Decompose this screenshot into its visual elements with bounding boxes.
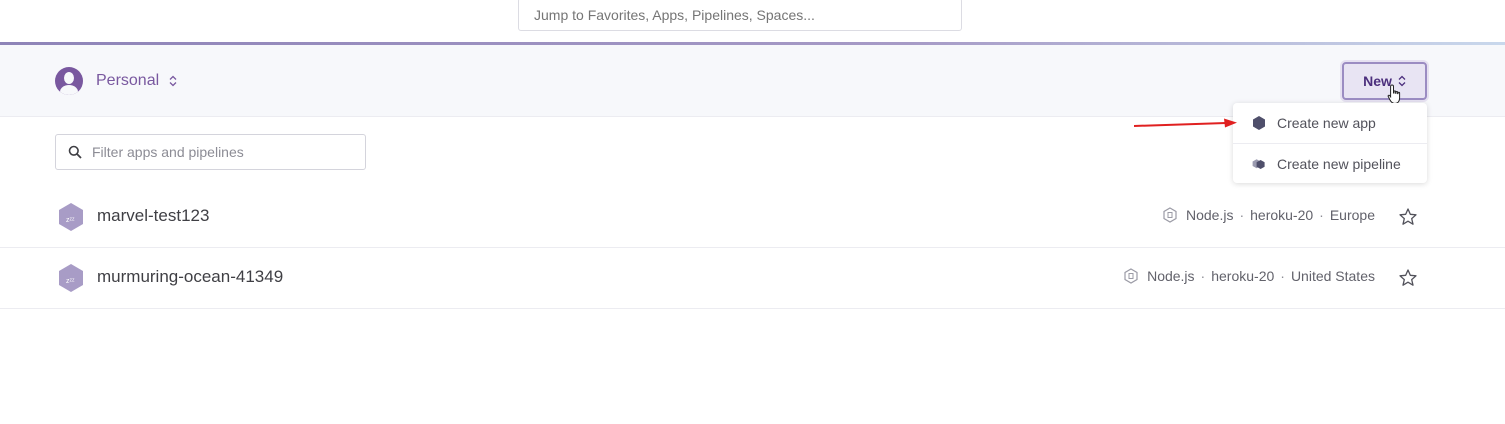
meta-separator: · [1319, 207, 1324, 223]
filter-apps-input[interactable] [90, 143, 354, 161]
meta-separator: · [1280, 268, 1285, 284]
app-region: United States [1290, 268, 1375, 284]
red-arrow-annotation-icon [1134, 118, 1237, 128]
app-stack: heroku-20 [1211, 268, 1275, 284]
app-row[interactable]: zᶻᶻ marvel-test123 Node.js · heroku-20 ·… [0, 187, 1505, 248]
app-name: murmuring-ocean-41349 [97, 267, 284, 286]
new-dropdown-menu: Create new app Create new pipeline [1233, 103, 1427, 183]
nodejs-buildpack-icon [1124, 268, 1138, 284]
meta-separator: · [1239, 207, 1245, 223]
jump-to-search-input[interactable] [518, 0, 962, 31]
svg-text:zᶻᶻ: zᶻᶻ [66, 278, 75, 285]
app-meta: Node.js · heroku-20 · United States [1123, 268, 1375, 284]
menu-item-label: Create new app [1277, 115, 1376, 131]
svg-text:zᶻᶻ: zᶻᶻ [66, 217, 75, 224]
filter-apps-field[interactable] [55, 134, 366, 170]
top-bar [0, 0, 1505, 42]
favorite-star-icon[interactable] [1398, 207, 1418, 227]
app-stack: heroku-20 [1250, 207, 1314, 223]
app-language: Node.js [1147, 268, 1195, 284]
app-hexagon-icon [1253, 116, 1265, 130]
menu-item-create-new-pipeline[interactable]: Create new pipeline [1233, 144, 1427, 184]
app-language: Node.js [1185, 207, 1234, 223]
app-meta: Node.js · heroku-20 · Europe [1162, 207, 1375, 223]
app-region: Europe [1329, 207, 1375, 223]
menu-item-label: Create new pipeline [1277, 156, 1401, 172]
search-icon [68, 145, 82, 159]
menu-item-create-new-app[interactable]: Create new app [1233, 103, 1427, 144]
new-button[interactable]: New [1342, 62, 1427, 100]
sleeping-app-icon: zᶻᶻ [59, 264, 83, 292]
pipeline-icon [1252, 159, 1265, 170]
updown-chevron-icon [169, 75, 177, 87]
favorite-star-icon[interactable] [1398, 268, 1418, 288]
meta-separator: · [1200, 268, 1206, 284]
context-switcher[interactable]: Personal [55, 67, 177, 95]
sleeping-app-icon: zᶻᶻ [59, 203, 83, 231]
nodejs-buildpack-icon [1163, 207, 1177, 223]
personal-avatar-icon [55, 67, 83, 95]
context-label: Personal [96, 72, 160, 89]
app-row[interactable]: zᶻᶻ murmuring-ocean-41349 Node.js · hero… [0, 248, 1505, 309]
app-name: marvel-test123 [97, 206, 210, 225]
